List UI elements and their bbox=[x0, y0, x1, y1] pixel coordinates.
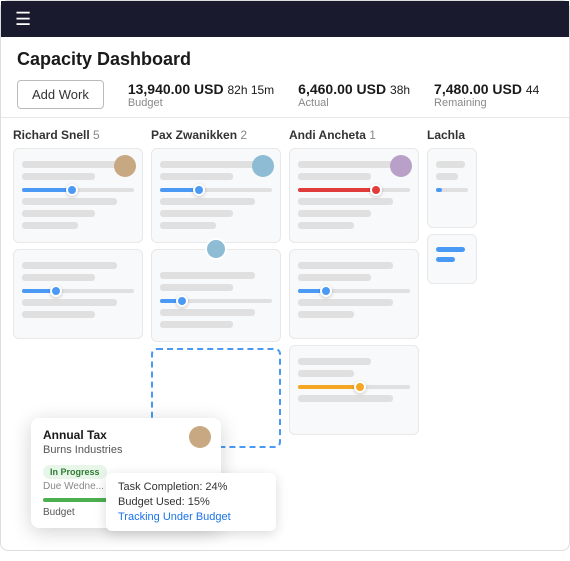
column-andi-ancheta: Andi Ancheta 1 bbox=[289, 128, 419, 561]
slider-1-2[interactable] bbox=[22, 289, 134, 293]
page-title: Capacity Dashboard bbox=[17, 49, 553, 70]
avatar-3-1 bbox=[390, 155, 412, 177]
tooltip-title: Annual Tax bbox=[43, 428, 209, 444]
card-1-2[interactable] bbox=[13, 249, 143, 339]
header: Capacity Dashboard Add Work 13,940.00 US… bbox=[1, 37, 569, 118]
slider-3-2[interactable] bbox=[298, 289, 410, 293]
tooltip-avatar bbox=[189, 426, 211, 448]
card-3-1[interactable] bbox=[289, 148, 419, 243]
card-2-1[interactable] bbox=[151, 148, 281, 243]
slider-3-1[interactable] bbox=[298, 188, 410, 192]
budget-value: 13,940.00 USD 82h 15m bbox=[128, 81, 274, 97]
column-header-4: Lachla bbox=[427, 128, 477, 142]
budget-used: Budget Used: 15% bbox=[118, 496, 264, 508]
add-work-button[interactable]: Add Work bbox=[17, 80, 104, 109]
avatar-1-1 bbox=[114, 155, 136, 177]
budget-stat: 13,940.00 USD 82h 15m Budget bbox=[128, 81, 274, 109]
column-header-2: Pax Zwanikken 2 bbox=[151, 128, 281, 142]
tracking-link[interactable]: Tracking Under Budget bbox=[118, 511, 264, 523]
budget-label: Budget bbox=[128, 97, 274, 109]
actual-stat: 6,460.00 USD 38h Actual bbox=[298, 81, 410, 109]
tooltip-popup: Task Completion: 24% Budget Used: 15% Tr… bbox=[106, 473, 276, 531]
remaining-stat: 7,480.00 USD 44 Remaining bbox=[434, 81, 539, 109]
header-stats: Add Work 13,940.00 USD 82h 15m Budget 6,… bbox=[17, 80, 553, 109]
card-4-2[interactable] bbox=[427, 234, 477, 284]
menu-icon[interactable]: ☰ bbox=[15, 9, 31, 30]
task-completion: Task Completion: 24% bbox=[118, 481, 264, 493]
avatar-2-1 bbox=[252, 155, 274, 177]
slider-4-1[interactable] bbox=[436, 188, 468, 192]
tooltip-company: Burns Industries bbox=[43, 444, 209, 456]
card-2-2[interactable] bbox=[151, 249, 281, 342]
card-4-1[interactable] bbox=[427, 148, 477, 228]
budget-label: Budget bbox=[43, 507, 75, 518]
top-bar: ☰ bbox=[1, 1, 569, 37]
column-header-3: Andi Ancheta 1 bbox=[289, 128, 419, 142]
status-badge: In Progress bbox=[43, 465, 107, 479]
columns-area: Richard Snell 5 bbox=[1, 118, 569, 561]
column-lachla: Lachla bbox=[427, 128, 477, 561]
actual-label: Actual bbox=[298, 97, 410, 109]
column-header-1: Richard Snell 5 bbox=[13, 128, 143, 142]
remaining-label: Remaining bbox=[434, 97, 539, 109]
slider-3-3[interactable] bbox=[298, 385, 410, 389]
card-3-2[interactable] bbox=[289, 249, 419, 339]
avatar-2-2 bbox=[205, 238, 227, 260]
column-richard-snell: Richard Snell 5 bbox=[13, 128, 143, 561]
slider-2-2[interactable] bbox=[160, 299, 272, 303]
remaining-value: 7,480.00 USD 44 bbox=[434, 81, 539, 97]
slider-2-1[interactable] bbox=[160, 188, 272, 192]
slider-1-1[interactable] bbox=[22, 188, 134, 192]
card-3-3[interactable] bbox=[289, 345, 419, 435]
actual-value: 6,460.00 USD 38h bbox=[298, 81, 410, 97]
card-1-1[interactable] bbox=[13, 148, 143, 243]
